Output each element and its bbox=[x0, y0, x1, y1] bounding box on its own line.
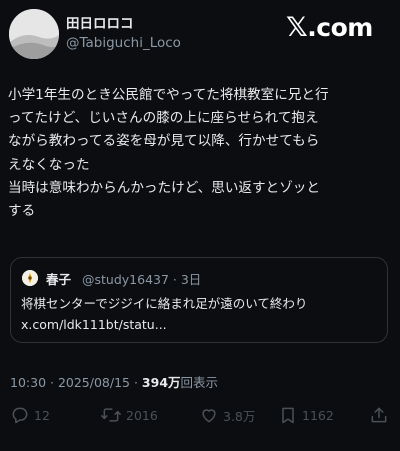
quote-author-name: 春子 bbox=[46, 272, 72, 287]
quote-avatar-image bbox=[22, 270, 38, 286]
like-button[interactable]: 3.8万 bbox=[199, 402, 255, 428]
tweet-line: する bbox=[8, 203, 36, 220]
tweet-text: 小学1年生のとき公民館でやってた将棋教室に兄と行 ってたけど、じいさんの膝の上に… bbox=[8, 84, 396, 223]
views-count: 394万 bbox=[141, 375, 181, 390]
repost-count: 2016 bbox=[126, 407, 158, 423]
quote-line: 将棋センターでジジイに絡まれ足が遠のいて終わり bbox=[21, 296, 308, 311]
reply-button[interactable]: 12 bbox=[10, 402, 50, 428]
quote-link[interactable]: x.com/ldk111bt/statu... bbox=[21, 314, 307, 335]
x-logo: 𝕏.com bbox=[286, 12, 373, 43]
tweet-line: ってたけど、じいさんの膝の上に座らせられて抱え bbox=[8, 110, 319, 127]
author-display-name[interactable]: 田日ロロコ bbox=[66, 12, 134, 32]
tweet-line: 当時は意味わからんかったけど、思い返すとゾッと bbox=[8, 179, 320, 196]
tweet-timestamp: 10:30 · 2025/08/15 · 394万回表示 bbox=[10, 372, 218, 391]
speech-bubble-icon bbox=[10, 405, 30, 425]
quote-author-meta: @study16437 · 3日 bbox=[82, 272, 202, 287]
author-handle[interactable]: @Tabiguchi_Loco bbox=[66, 35, 181, 51]
tweet-line: えなくなった bbox=[8, 156, 90, 173]
tweet-line: 小学1年生のとき公民館でやってた将棋教室に兄と行 bbox=[8, 87, 329, 103]
timestamp-date[interactable]: 10:30 · 2025/08/15 · bbox=[10, 375, 142, 390]
like-count: 3.8万 bbox=[223, 408, 256, 424]
brand-domain: .com bbox=[307, 13, 373, 42]
repost-button[interactable]: 2016 bbox=[100, 402, 158, 428]
bookmark-icon bbox=[278, 405, 298, 425]
tweet-line: ながら教わってる姿を母が見て以降、行かせてもら bbox=[8, 133, 320, 150]
avatar[interactable] bbox=[9, 9, 59, 59]
avatar-image bbox=[9, 9, 59, 59]
action-bar: 12 2016 3.8万 1162 bbox=[0, 402, 400, 428]
share-button[interactable] bbox=[369, 402, 389, 428]
views-label: 回表示 bbox=[180, 375, 219, 390]
bookmark-button[interactable]: 1162 bbox=[278, 402, 334, 428]
quoted-tweet-card[interactable]: 春子 @study16437 · 3日 将棋センターでジジイに絡まれ足が遠のいて… bbox=[10, 257, 388, 343]
quote-author-avatar bbox=[22, 270, 38, 286]
share-upload-icon bbox=[369, 405, 389, 425]
heart-icon bbox=[199, 405, 219, 425]
bookmark-count: 1162 bbox=[302, 407, 334, 423]
repost-arrows-icon bbox=[100, 405, 122, 425]
x-mark-icon: 𝕏 bbox=[286, 12, 308, 43]
quote-text: 将棋センターでジジイに絡まれ足が遠のいて終わり x.com/ldk111bt/s… bbox=[21, 293, 307, 335]
reply-count: 12 bbox=[34, 407, 50, 423]
